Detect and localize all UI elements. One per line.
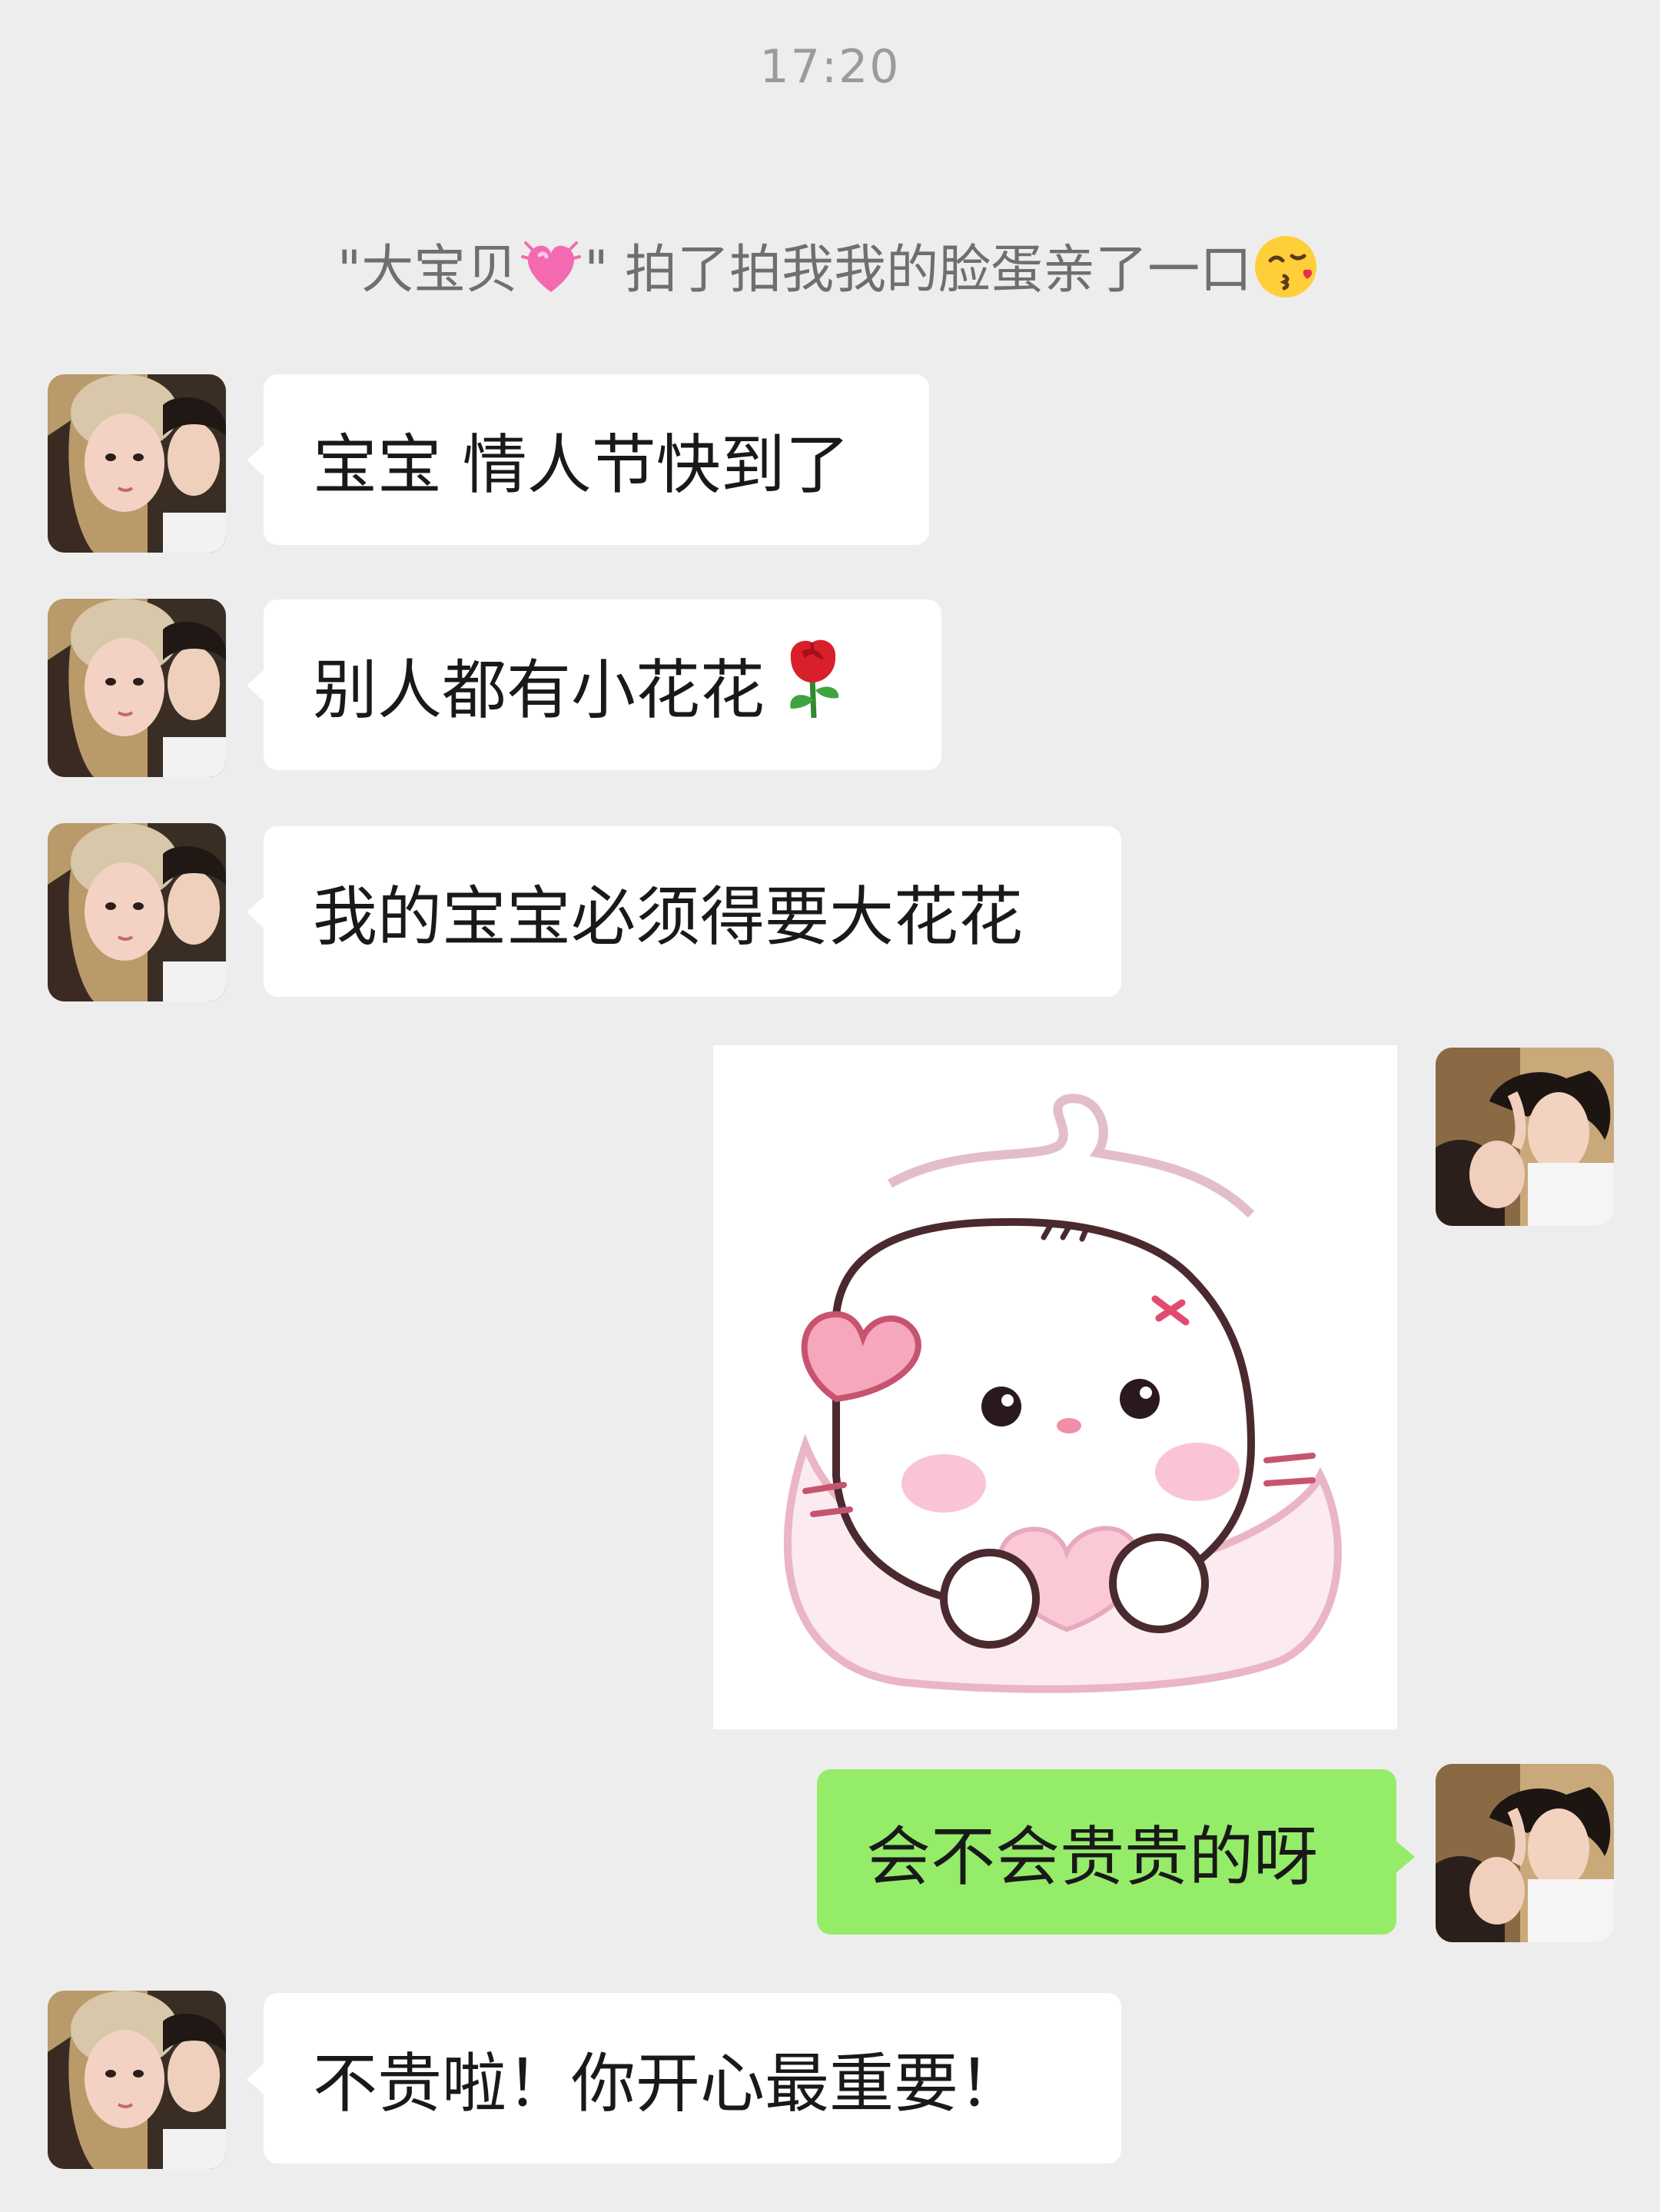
message-text: 宝宝 情人节快到了 — [313, 427, 850, 503]
incoming-message-bubble[interactable]: 不贵啦！你开心最重要！ — [247, 1993, 1121, 2164]
message-timestamp: 17:20 — [759, 40, 901, 94]
incoming-message-bubble[interactable]: 我的宝宝必须得要大花花 — [247, 826, 1121, 997]
message-text: 我的宝宝必须得要大花花 — [313, 878, 1024, 955]
message-text: 别人都有小花花 — [313, 652, 765, 728]
contact-avatar[interactable] — [48, 374, 226, 553]
pat-notice-suffix: " 拍了拍我我的脸蛋亲了一口 — [584, 240, 1253, 301]
face-blowing-kiss-icon — [1252, 231, 1323, 315]
rose-icon — [774, 635, 851, 735]
contact-avatar[interactable] — [48, 599, 226, 777]
contact-avatar[interactable] — [48, 823, 226, 1001]
my-avatar[interactable] — [1436, 1764, 1614, 1942]
contact-avatar[interactable] — [48, 1991, 226, 2169]
my-avatar[interactable] — [1436, 1048, 1614, 1226]
pat-notice: "大宝贝 " 拍了拍我我的脸蛋亲了一口 — [0, 227, 1660, 315]
pink-cat-heart-sticker[interactable] — [713, 1045, 1397, 1729]
pat-notice-prefix: "大宝贝 — [337, 240, 519, 301]
incoming-message-bubble[interactable]: 宝宝 情人节快到了 — [247, 374, 929, 545]
incoming-message-bubble[interactable]: 别人都有小花花 — [247, 599, 941, 770]
message-text: 会不会贵贵的呀 — [866, 1819, 1319, 1895]
growing-heart-icon — [518, 234, 584, 313]
outgoing-message-bubble[interactable]: 会不会贵贵的呀 — [817, 1769, 1415, 1935]
message-text: 不贵啦！你开心最重要！ — [313, 2045, 1024, 2121]
